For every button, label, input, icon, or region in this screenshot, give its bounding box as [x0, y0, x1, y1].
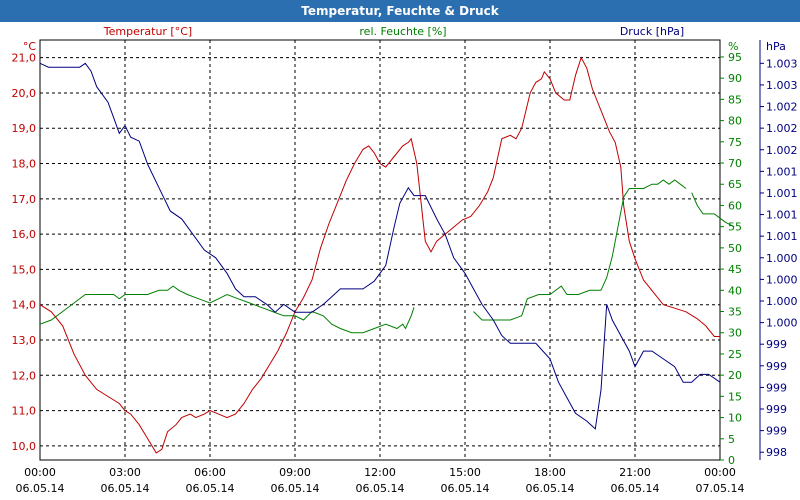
x-tick-label-time: 09:00	[279, 466, 311, 479]
temperature-tick-label: 18,0	[12, 158, 37, 171]
humidity-tick-label: 40	[728, 284, 742, 297]
pressure-unit-label: hPa	[766, 40, 786, 53]
humidity-tick-label: 10	[728, 412, 742, 425]
pressure-tick-label: 1.000	[766, 317, 798, 330]
x-tick-label-time: 18:00	[534, 466, 566, 479]
humidity-tick-label: 30	[728, 327, 742, 340]
humidity-tick-label: 20	[728, 369, 742, 382]
humidity-legend-label: rel. Feuchte [%]	[359, 25, 446, 38]
pressure-tick-label: 999	[766, 360, 787, 373]
temperature-tick-label: 11,0	[12, 405, 37, 418]
humidity-tick-label: 80	[728, 115, 742, 128]
temperature-tick-label: 13,0	[12, 334, 37, 347]
pressure-tick-label: 1.001	[766, 165, 798, 178]
temperature-tick-label: 20,0	[12, 87, 37, 100]
x-tick-label-time: 21:00	[619, 466, 651, 479]
x-tick-label-date: 06.05.14	[101, 482, 150, 495]
x-tick-label-date: 06.05.14	[356, 482, 405, 495]
pressure-tick-label: 1.000	[766, 295, 798, 308]
x-tick-label-date: 06.05.14	[441, 482, 490, 495]
humidity-tick-label: 60	[728, 199, 742, 212]
x-tick-label-time: 15:00	[449, 466, 481, 479]
temperature-tick-label: 19,0	[12, 122, 37, 135]
temperature-legend-label: Temperatur [°C]	[103, 25, 192, 38]
pressure-tick-label: 1.001	[766, 187, 798, 200]
x-tick-label-time: 12:00	[364, 466, 396, 479]
pressure-tick-label: 1.003	[766, 57, 798, 70]
pressure-tick-label: 1.001	[766, 209, 798, 222]
pressure-tick-label: 1.002	[766, 101, 798, 114]
x-tick-label-date: 06.05.14	[526, 482, 575, 495]
x-tick-label-time: 06:00	[194, 466, 226, 479]
temperature-tick-label: 15,0	[12, 263, 37, 276]
x-tick-label-time: 00:00	[24, 466, 56, 479]
temperature-tick-label: 12,0	[12, 369, 37, 382]
temperature-tick-label: 10,0	[12, 440, 37, 453]
chart: 00:00 06.05.14 03:00 06.05.14 06:00 06.05.14 0…	[12, 25, 798, 495]
x-tick-label-date: 06.05.14	[16, 482, 65, 495]
humidity-tick-label: 90	[728, 72, 742, 85]
pressure-tick-label: 1.000	[766, 252, 798, 265]
temperature-unit-label: °C	[23, 40, 37, 53]
window-title: Temperatur, Feuchte & Druck	[0, 0, 800, 22]
pressure-tick-label: 998	[766, 446, 787, 459]
temperature-tick-label: 21,0	[12, 52, 37, 65]
humidity-tick-label: 0	[728, 454, 735, 467]
humidity-tick-label: 45	[728, 263, 742, 276]
humidity-tick-label: 65	[728, 178, 742, 191]
pressure-tick-label: 1.002	[766, 122, 798, 135]
pressure-tick-label: 999	[766, 338, 787, 351]
pressure-tick-label: 999	[766, 403, 787, 416]
pressure-tick-label: 999	[766, 425, 787, 438]
x-tick-label-date: 06.05.14	[271, 482, 320, 495]
pressure-tick-label: 999	[766, 381, 787, 394]
humidity-tick-label: 35	[728, 306, 742, 319]
temperature-tick-label: 17,0	[12, 193, 37, 206]
temperature-tick-label: 14,0	[12, 299, 37, 312]
humidity-tick-label: 15	[728, 390, 742, 403]
pressure-tick-label: 1.001	[766, 230, 798, 243]
x-tick-label-time: 00:00	[704, 466, 736, 479]
humidity-tick-label: 85	[728, 93, 742, 106]
x-tick-label-date: 06.05.14	[186, 482, 235, 495]
pressure-tick-label: 1.002	[766, 144, 798, 157]
humidity-tick-label: 25	[728, 348, 742, 361]
x-tick-label-date: 07.05.14	[696, 482, 745, 495]
humidity-tick-label: 5	[728, 433, 735, 446]
humidity-tick-label: 70	[728, 157, 742, 170]
humidity-unit-label: %	[728, 40, 738, 53]
pressure-tick-label: 1.003	[766, 79, 798, 92]
pressure-legend-label: Druck [hPa]	[620, 25, 684, 38]
humidity-tick-label: 75	[728, 136, 742, 149]
temperature-tick-label: 16,0	[12, 228, 37, 241]
x-tick-label-date: 06.05.14	[611, 482, 660, 495]
humidity-tick-label: 50	[728, 242, 742, 255]
x-tick-label-time: 03:00	[109, 466, 141, 479]
pressure-tick-label: 1.000	[766, 273, 798, 286]
humidity-tick-label: 55	[728, 221, 742, 234]
